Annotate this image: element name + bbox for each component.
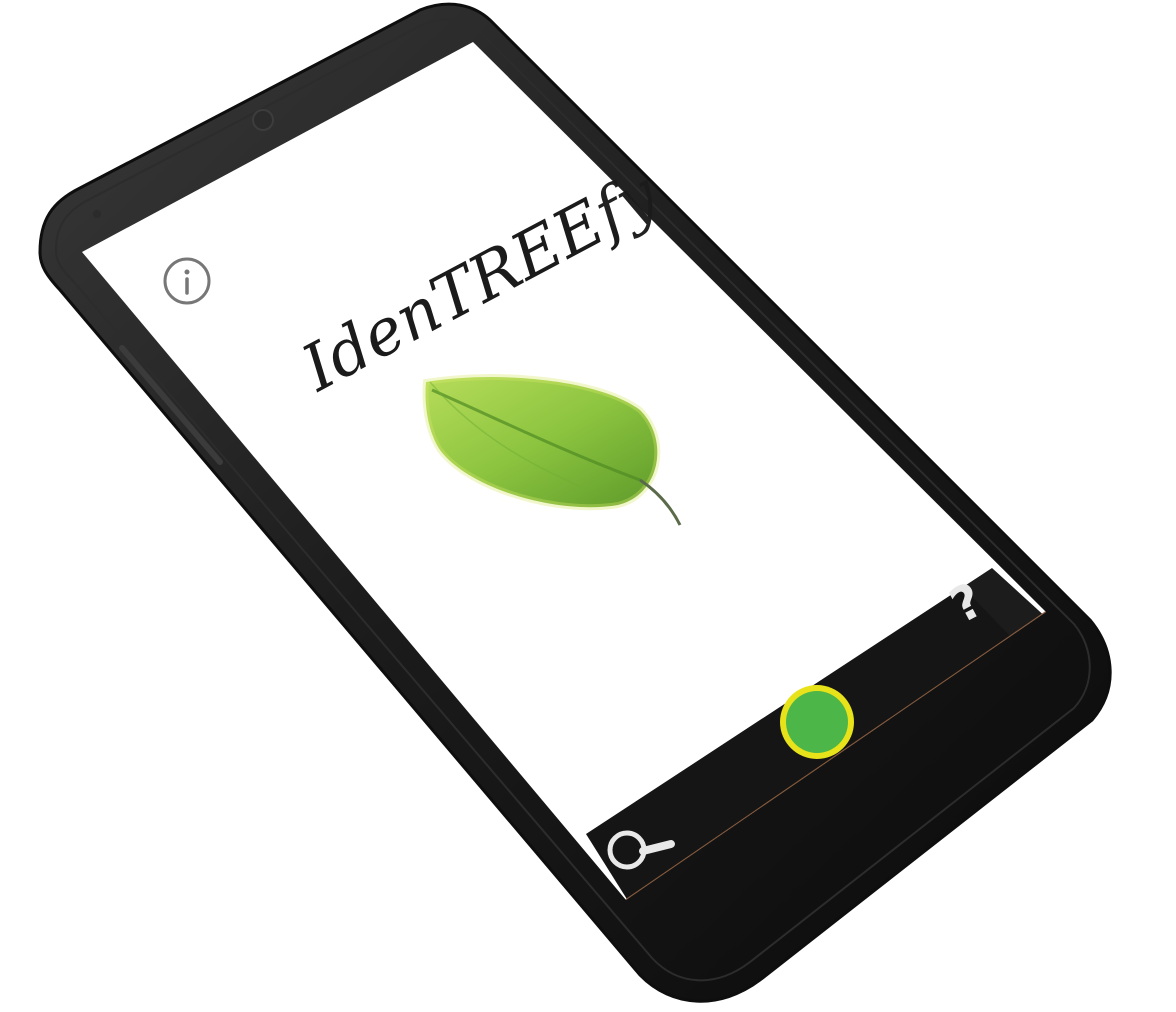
device-mockup: IdenTREEfy ? [38, 2, 1112, 1003]
front-camera-icon [252, 109, 274, 131]
sensor-icon [93, 210, 101, 218]
capture-button[interactable] [780, 685, 854, 759]
